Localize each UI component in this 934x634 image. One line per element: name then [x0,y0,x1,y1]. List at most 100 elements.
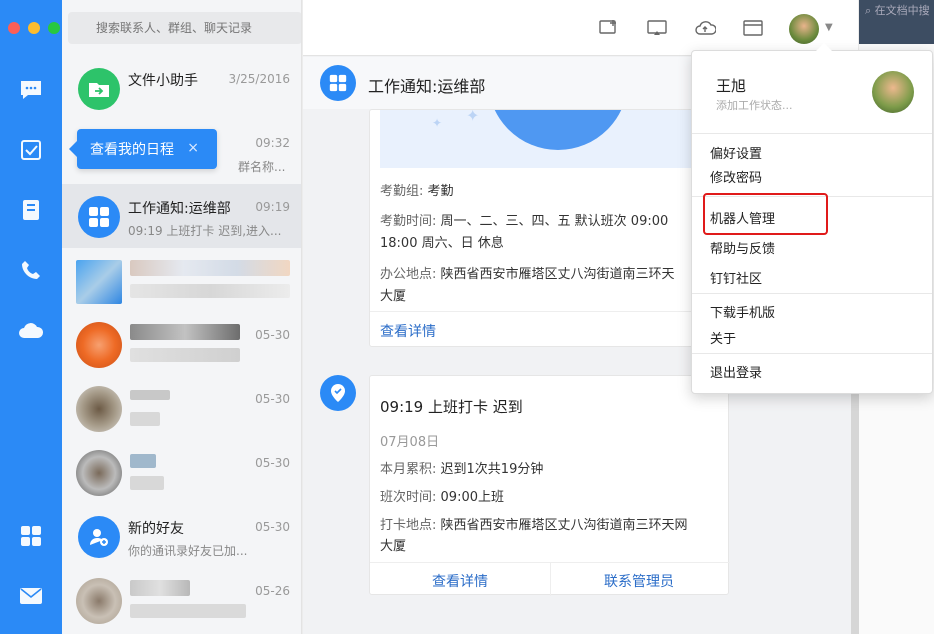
redacted-title [130,454,156,468]
top-toolbar: ▼ [303,0,858,56]
cloud-upload-icon[interactable] [693,16,717,40]
menu-item-logout[interactable]: 退出登录 [710,362,762,381]
conv-subtitle: 09:19 上班打卡 迟到,进入... [128,224,282,238]
search-icon: ⌕ [865,4,875,17]
conv-title: 工作通知:运维部 [128,201,231,217]
contact-admin-link[interactable]: 联系管理员 [604,571,674,591]
chat-title: 工作通知:运维部 [368,77,486,96]
redacted-subtitle [130,284,290,298]
divider [692,293,932,294]
redacted-title [130,580,190,596]
ding-icon[interactable] [17,136,45,164]
apps-icon[interactable] [17,522,45,550]
list-item[interactable]: 文件小助手 3/25/2016 [62,56,301,120]
conv-time: 05-30 [255,456,290,470]
schedule-tooltip[interactable]: 查看我的日程 × [69,129,217,169]
menu-item-help-feedback[interactable]: 帮助与反馈 [710,238,775,257]
avatar [76,386,122,432]
screen-share-icon[interactable] [645,16,669,40]
card-row-group: 考勤组: 考勤 [380,184,454,199]
sparkle-icon: ✦ [432,116,443,130]
checkin-date: 07月08日 [380,435,440,450]
conv-time: 05-30 [255,392,290,406]
background-search: ⌕ 在文档中搜 [859,0,934,44]
checkin-title: 09:19 上班打卡 迟到 [380,398,523,416]
list-item[interactable]: 05-26 [62,568,301,632]
window-icon[interactable] [741,16,765,40]
conv-time: 05-30 [255,328,290,342]
conv-title: 文件小助手 [128,73,198,89]
redacted-title [130,260,290,276]
conv-time: 05-30 [255,520,290,534]
list-item[interactable]: 05-30 [62,312,301,376]
chevron-down-icon[interactable]: ▼ [825,22,833,33]
file-helper-icon [78,68,120,110]
menu-item-download-mobile[interactable]: 下载手机版 [710,302,775,321]
sparkle-icon: ✦ [466,110,480,125]
divider [692,353,932,354]
tooltip-close-icon[interactable]: × [187,140,199,156]
menu-item-preferences[interactable]: 偏好设置 [710,143,762,162]
window-controls [8,22,60,34]
checkin-card: 09:19 上班打卡 迟到 07月08日 本月累积: 迟到1次共19分钟 班次时… [369,375,730,596]
close-window-button[interactable] [8,22,20,34]
work-notice-icon [78,196,120,238]
divider [692,133,932,134]
redacted-title [130,390,170,400]
avatar[interactable] [789,14,819,44]
banner-circle [488,110,628,150]
avatar [76,578,122,624]
chat-icon[interactable] [17,76,45,104]
cloud-icon[interactable] [17,316,45,344]
phone-icon[interactable] [17,256,45,284]
list-item[interactable] [62,248,301,312]
work-status-input[interactable]: 添加工作状态... [716,97,793,113]
redacted-subtitle [130,476,164,490]
profile-name: 王旭 [716,77,747,95]
work-notice-icon [320,65,356,101]
conversation-list: 文件小助手 3/25/2016 09:32 群名称... 工作通知:运维部 09… [62,0,302,634]
card-row-place: 办公地点: 陕西省西安市雁塔区丈八沟街道南三环天 [380,267,675,282]
avatar [76,450,122,496]
minimize-window-button[interactable] [28,22,40,34]
redacted-subtitle [130,412,160,426]
card-row-place-2: 大厦 [380,289,407,304]
avatar[interactable] [872,71,914,113]
divider [550,562,551,596]
menu-item-community[interactable]: 钉钉社区 [710,268,762,287]
card-row-place: 打卡地点: 陕西省西安市雁塔区丈八沟街道南三环天网 [380,518,688,533]
view-details-link[interactable]: 查看详情 [432,571,488,591]
checkin-badge-icon [320,375,356,411]
avatar [76,322,122,368]
avatar [76,260,122,304]
zoom-window-button[interactable] [48,22,60,34]
conv-time: 05-26 [255,584,290,598]
redacted-subtitle [130,348,240,362]
work-icon[interactable] [17,196,45,224]
highlight-box [703,193,828,235]
card-banner: ✦ ✦ [380,110,720,168]
search-input[interactable] [68,12,301,44]
add-friend-icon [78,516,120,558]
attendance-card: ✦ ✦ 考勤组: 考勤 考勤时间: 周一、二、三、四、五 默认班次 09:00 … [369,109,730,347]
view-details-link[interactable]: 查看详情 [380,321,436,341]
card-row-month: 本月累积: 迟到1次共19分钟 [380,462,544,477]
conv-subtitle: 群名称... [238,160,286,174]
conv-title: 新的好友 [128,521,184,537]
list-item[interactable]: 新的好友 05-30 你的通讯录好友已加... [62,504,301,568]
new-chat-icon[interactable] [597,16,621,40]
left-nav [0,0,62,634]
conv-time: 09:19 [255,200,290,214]
card-row-time: 考勤时间: 周一、二、三、四、五 默认班次 09:00 [380,214,669,229]
card-row-place-2: 大厦 [380,539,407,554]
list-item[interactable]: 05-30 [62,440,301,504]
menu-item-change-password[interactable]: 修改密码 [710,167,762,186]
menu-item-about[interactable]: 关于 [710,328,736,347]
mail-icon[interactable] [17,582,45,610]
tooltip-label: 查看我的日程 [90,142,174,158]
list-item[interactable]: 05-30 [62,376,301,440]
list-item[interactable]: 工作通知:运维部 09:19 09:19 上班打卡 迟到,进入... [62,184,301,248]
conv-time: 09:32 [255,136,290,150]
redacted-title [130,324,240,340]
conv-subtitle: 你的通讯录好友已加... [128,544,248,558]
